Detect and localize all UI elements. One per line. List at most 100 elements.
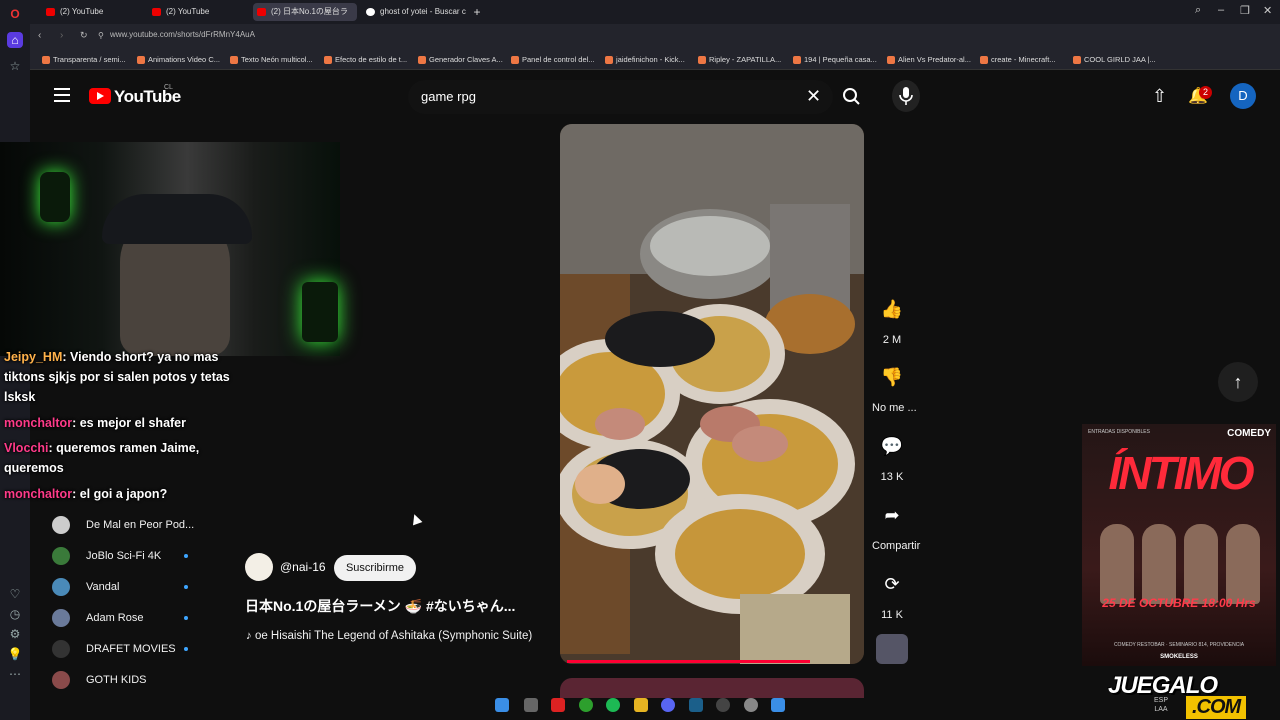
subscribe-button[interactable]: Suscribirme	[334, 555, 416, 581]
tips-icon[interactable]: 💡	[7, 646, 23, 662]
chat-text: : el goi a japon?	[72, 487, 168, 501]
minimize-icon[interactable]: –	[1218, 4, 1224, 16]
sidebar-sub-item[interactable]: DRAFET MOVIES	[50, 638, 188, 660]
sidebar-sub-item[interactable]: Adam Rose	[50, 607, 188, 629]
channel-handle[interactable]: @nai-16	[280, 560, 326, 574]
channel-avatar[interactable]	[245, 553, 273, 581]
share-action[interactable]: ➦ Compartir	[872, 496, 921, 552]
bookmark-item[interactable]: Efecto de estilo de t...	[324, 55, 407, 64]
country-code: CL	[164, 84, 173, 91]
search-button[interactable]	[838, 80, 866, 114]
notepad-icon[interactable]	[771, 698, 785, 712]
share-icon[interactable]: ➦	[873, 496, 911, 534]
forward-icon[interactable]: ›	[60, 30, 63, 41]
maximize-icon[interactable]: ❐	[1240, 4, 1250, 17]
discord-icon[interactable]	[661, 698, 675, 712]
channel-avatar	[52, 609, 70, 627]
chat-text: : es mejor el shafer	[72, 416, 187, 430]
bookmark-icon[interactable]: ☆	[7, 58, 23, 74]
search-input[interactable]: game rpg	[421, 89, 476, 104]
settings-taskbar-icon[interactable]	[744, 698, 758, 712]
sidebar-sub-item[interactable]: Vandal	[50, 576, 188, 598]
share-label: Compartir	[872, 540, 921, 552]
url-field[interactable]: www.youtube.com/shorts/dFrRMnY4AuA	[110, 30, 255, 39]
sound-thumbnail[interactable]	[876, 634, 908, 664]
new-content-dot	[184, 616, 188, 620]
tab-youtube-1[interactable]: (2) YouTube	[42, 3, 142, 21]
voice-search-button[interactable]	[892, 80, 920, 112]
sidebar-sub-item[interactable]: JoBlo Sci-Fi 4K	[50, 545, 188, 567]
channel-name: Adam Rose	[86, 612, 144, 624]
poster-brand: COMEDY	[1227, 428, 1271, 439]
previous-short-button[interactable]: ↑	[1218, 362, 1258, 402]
comedy-poster: ENTRADAS DISPONIBLES COMEDY ÍNTIMO 25 DE…	[1082, 424, 1276, 666]
next-short-preview[interactable]	[560, 678, 864, 698]
site-info-icon[interactable]: ⚲	[98, 31, 104, 40]
bookmark-item[interactable]: create - Minecraft...	[980, 55, 1056, 64]
youtube-logo-icon[interactable]	[89, 88, 111, 104]
obs-icon[interactable]	[716, 698, 730, 712]
comments-action[interactable]: 💬 13 K	[872, 427, 912, 483]
bookmark-item[interactable]: Transparenta / semi...	[42, 55, 126, 64]
sidebar-sub-item[interactable]: GOTH KIDS	[50, 669, 147, 691]
back-icon[interactable]: ‹	[38, 30, 41, 41]
bookmark-item[interactable]: Generador Claves A...	[418, 55, 503, 64]
tab-active-short[interactable]: (2) 日本No.1の屋台ラ	[253, 3, 357, 21]
youtube-favicon-icon	[257, 8, 266, 16]
chat-message: monchaltor: es mejor el shafer	[4, 413, 249, 433]
search-tabs-icon[interactable]: ⌕	[1195, 4, 1201, 17]
energy-can-right	[302, 282, 338, 342]
like-action[interactable]: 👍 2 M	[872, 290, 912, 346]
menu-icon[interactable]	[54, 88, 70, 102]
history-icon[interactable]: ◷	[7, 606, 23, 622]
bookmark-item[interactable]: jaidefinichon - Kick...	[605, 55, 685, 64]
more-icon[interactable]: ⋯	[7, 666, 23, 682]
opera-logo-icon[interactable]: O	[7, 6, 23, 22]
windows-start-icon[interactable]	[495, 698, 509, 712]
webcam-overlay	[0, 142, 340, 356]
channel-avatar	[52, 640, 70, 658]
reload-icon[interactable]: ↻	[80, 30, 88, 41]
bookmark-item[interactable]: Ripley - ZAPATILLA...	[698, 55, 781, 64]
bookmark-item[interactable]: Texto Neón multicol...	[230, 55, 313, 64]
new-tab-button[interactable]: +	[470, 3, 484, 21]
opera-taskbar-icon[interactable]	[551, 698, 565, 712]
video-progress-bar[interactable]	[567, 660, 810, 663]
short-video-player[interactable]	[560, 124, 864, 664]
account-avatar[interactable]: D	[1230, 83, 1256, 109]
bookmark-item[interactable]: Panel de control del...	[511, 55, 595, 64]
microphone-icon	[899, 87, 913, 105]
remix-count: 11 K	[881, 609, 903, 621]
chat-message: Jeipy_HM: Viendo short? ya no mas tikton…	[4, 347, 249, 407]
upload-icon[interactable]: ⇧	[1152, 86, 1167, 107]
thumbs-up-icon[interactable]: 👍	[873, 290, 911, 328]
heart-icon[interactable]: ♡	[7, 586, 23, 602]
tab-google-search[interactable]: ghost of yotei - Buscar co	[362, 3, 466, 21]
close-icon[interactable]: ✕	[1263, 4, 1272, 17]
spotify-icon[interactable]	[606, 698, 620, 712]
clear-search-icon[interactable]: ✕	[806, 86, 821, 107]
file-explorer-icon[interactable]	[634, 698, 648, 712]
channel-name: Vandal	[86, 581, 120, 593]
task-view-icon[interactable]	[524, 698, 538, 712]
bookmark-item[interactable]: Animations Video C...	[137, 55, 220, 64]
home-icon[interactable]: ⌂	[7, 32, 23, 48]
settings-icon[interactable]: ⚙	[7, 626, 23, 642]
xbox-icon[interactable]	[579, 698, 593, 712]
steam-icon[interactable]	[689, 698, 703, 712]
music-credit[interactable]: ♪ oe Hisaishi The Legend of Ashitaka (Sy…	[246, 630, 548, 642]
bookmark-item[interactable]: Alien Vs Predator-al...	[887, 55, 971, 64]
bookmark-item[interactable]: COOL GIRLD JAA |...	[1073, 55, 1156, 64]
sidebar-sub-item[interactable]: De Mal en Peor Pod...	[50, 514, 194, 536]
remix-action[interactable]: ⟳ 11 K	[872, 565, 912, 621]
remix-icon[interactable]: ⟳	[873, 565, 911, 603]
dislike-label: No me ...	[872, 402, 917, 414]
thumbs-down-icon[interactable]: 👎	[873, 358, 911, 396]
dislike-action[interactable]: 👎 No me ...	[872, 358, 917, 414]
tab-youtube-2[interactable]: (2) YouTube	[148, 3, 248, 21]
ramen-video-frame	[560, 124, 864, 664]
bookmark-item[interactable]: 194 | Pequeña casa...	[793, 55, 877, 64]
short-title[interactable]: 日本No.1の屋台ラーメン 🍜 #ないちゃん...	[245, 596, 515, 616]
comment-icon[interactable]: 💬	[873, 427, 911, 465]
tab-label: ghost of yotei - Buscar co	[380, 7, 466, 16]
